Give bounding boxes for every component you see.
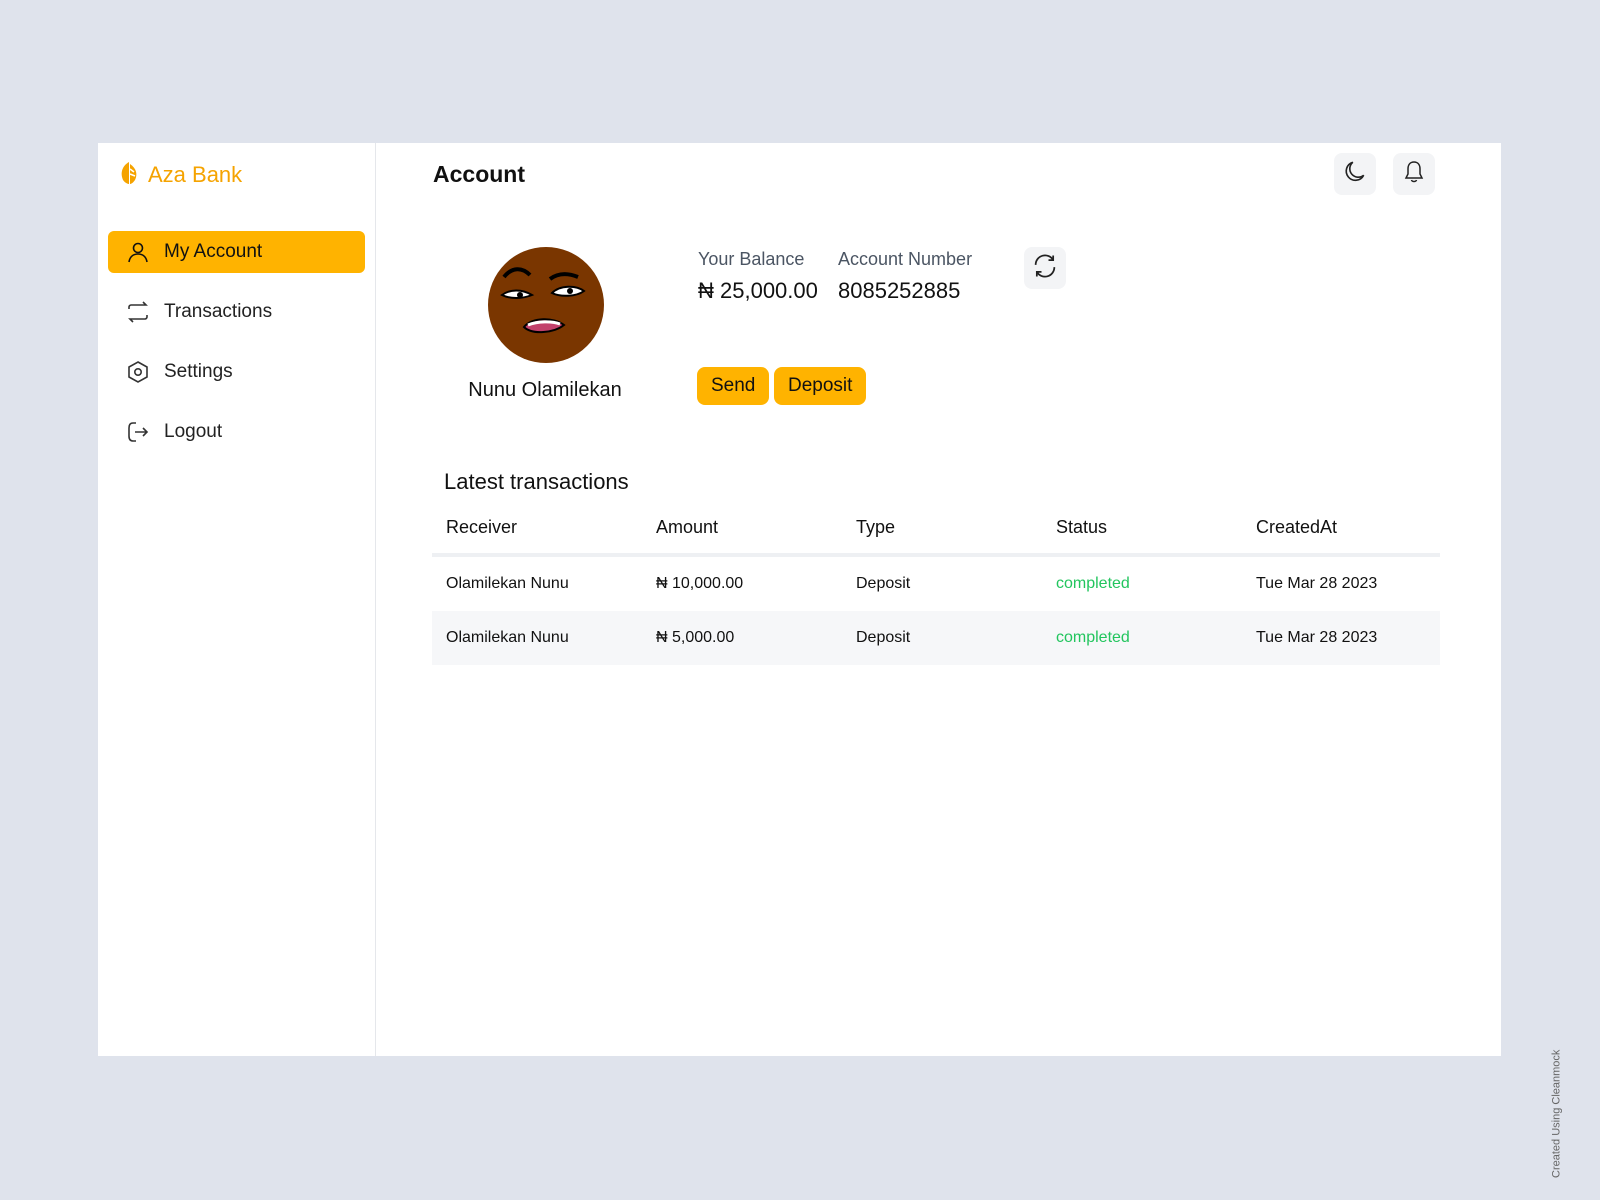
sidebar-item-label: Settings xyxy=(164,361,233,382)
gear-hexagon-icon xyxy=(126,360,150,384)
column-header-type[interactable]: Type xyxy=(842,501,1042,557)
sidebar-nav: My Account Transactions Settings Logout xyxy=(108,231,365,453)
theme-toggle-button[interactable] xyxy=(1334,153,1376,195)
sidebar-item-settings[interactable]: Settings xyxy=(108,351,365,393)
user-name: Nunu Olamilekan xyxy=(468,379,622,401)
sidebar-item-logout[interactable]: Logout xyxy=(108,411,365,453)
balance-block: Your Balance ₦ 25,000.00 xyxy=(698,249,818,304)
moon-icon xyxy=(1342,159,1368,190)
column-header-amount[interactable]: Amount xyxy=(642,501,842,557)
avatar[interactable] xyxy=(488,247,604,363)
profile-card: Nunu Olamilekan xyxy=(456,247,636,402)
table-header-row: Receiver Amount Type Status CreatedAt xyxy=(432,501,1440,557)
balance-label: Your Balance xyxy=(698,249,805,269)
account-number-label: Account Number xyxy=(838,249,973,269)
cell-createdat: Tue Mar 28 2023 xyxy=(1256,575,1378,592)
send-button[interactable]: Send xyxy=(697,367,770,405)
deposit-button[interactable]: Deposit xyxy=(774,367,867,405)
leaf-logo-icon xyxy=(118,161,140,190)
refresh-icon xyxy=(1031,252,1059,285)
cell-receiver: Olamilekan Nunu xyxy=(432,611,642,665)
account-number-value: 8085252885 xyxy=(838,278,961,303)
transactions-table: Receiver Amount Type Status CreatedAt Ol… xyxy=(432,501,1440,665)
account-number-block: Account Number 8085252885 xyxy=(838,249,972,304)
balance-value: ₦ 25,000.00 xyxy=(698,278,818,303)
cell-type: Deposit xyxy=(856,575,911,592)
cell-amount: ₦ 5,000.00 xyxy=(642,611,842,665)
column-header-createdat[interactable]: CreatedAt xyxy=(1242,501,1440,557)
brand[interactable]: Aza Bank xyxy=(108,161,365,189)
notifications-button[interactable] xyxy=(1393,153,1435,195)
bell-icon xyxy=(1402,159,1426,190)
cell-type: Deposit xyxy=(842,611,1042,665)
cell-status: completed xyxy=(1056,575,1130,592)
sidebar-item-my-account[interactable]: My Account xyxy=(108,231,365,273)
transactions-title: Latest transactions xyxy=(444,469,629,494)
column-header-status[interactable]: Status xyxy=(1042,501,1242,557)
user-icon xyxy=(126,240,150,264)
sidebar-item-label: Logout xyxy=(164,421,223,442)
sidebar-item-label: My Account xyxy=(164,241,263,262)
sidebar-item-label: Transactions xyxy=(164,301,273,322)
cell-createdat: Tue Mar 28 2023 xyxy=(1242,611,1440,665)
main-content: Account Nunu Olamilekan Your Balance ₦ 2… xyxy=(376,143,1501,1056)
refresh-button[interactable] xyxy=(1024,247,1066,289)
cell-amount: ₦ 10,000.00 xyxy=(656,575,744,592)
sidebar-item-transactions[interactable]: Transactions xyxy=(108,291,365,333)
page-title: Account xyxy=(433,161,525,187)
brand-name: Aza Bank xyxy=(148,162,243,187)
cell-receiver: Olamilekan Nunu xyxy=(446,575,569,592)
table-row[interactable]: Olamilekan Nunu ₦ 10,000.00 Deposit comp… xyxy=(432,555,1440,611)
watermark: Created Using Cleanmock xyxy=(1550,1049,1562,1178)
column-header-receiver[interactable]: Receiver xyxy=(432,501,642,557)
table-row[interactable]: Olamilekan Nunu ₦ 5,000.00 Deposit compl… xyxy=(432,611,1440,665)
app-window: Aza Bank My Account Transactions Setting… xyxy=(98,143,1501,1056)
arrows-exchange-icon xyxy=(126,300,150,324)
logout-icon xyxy=(126,420,150,444)
sidebar: Aza Bank My Account Transactions Setting… xyxy=(98,143,376,1056)
cell-status: completed xyxy=(1042,611,1242,665)
